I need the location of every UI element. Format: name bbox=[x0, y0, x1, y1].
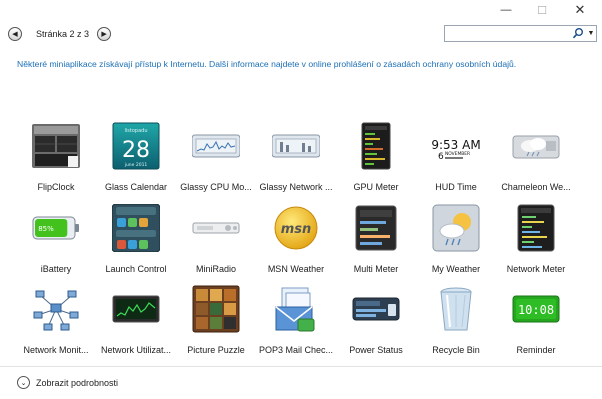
gadget-label: Network Utilizat... bbox=[100, 345, 171, 355]
gadget-pop3-mail-checker[interactable]: POP3 Mail Chec... bbox=[256, 285, 336, 365]
gadget-power-status[interactable]: Power Status bbox=[336, 285, 416, 365]
gadget-label: Glass Calendar bbox=[104, 182, 168, 192]
gadget-launch-control[interactable]: Launch Control bbox=[96, 204, 176, 284]
gadget-glassy-network-monitor[interactable]: Glassy Network ... bbox=[256, 122, 336, 202]
gadget-picture-puzzle[interactable]: Picture Puzzle bbox=[176, 285, 256, 365]
privacy-info-link[interactable]: Některé miniaplikace získávají přístup k… bbox=[17, 59, 516, 69]
msn-weather-icon: msn bbox=[274, 206, 318, 250]
cpu-monitor-icon bbox=[192, 134, 240, 158]
recycle-bin-icon bbox=[440, 287, 472, 331]
show-details-toggle[interactable]: ⌄ Zobrazit podrobnosti bbox=[17, 376, 118, 389]
weather-cloud-icon bbox=[512, 135, 560, 159]
bottom-bar: ⌄ Zobrazit podrobnosti bbox=[0, 366, 602, 399]
gadget-label: Power Status bbox=[349, 345, 403, 355]
search-input[interactable] bbox=[447, 27, 565, 40]
gadget-label: Recycle Bin bbox=[432, 345, 480, 355]
gadget-reminder[interactable]: 10:08 Reminder bbox=[496, 285, 576, 365]
hud-time-text: 9:53 AM bbox=[432, 138, 480, 152]
gadget-ibattery[interactable]: 85% iBattery bbox=[16, 204, 96, 284]
mail-check-icon bbox=[275, 287, 315, 332]
gadget-glass-calendar[interactable]: listopadu 28 june 2011 Glass Calendar bbox=[96, 122, 176, 202]
battery-percent-text: 85% bbox=[38, 225, 54, 233]
gadget-label: POP3 Mail Chec... bbox=[258, 345, 334, 355]
gadget-label: Reminder bbox=[516, 345, 556, 355]
gadget-label: Chameleon We... bbox=[501, 182, 571, 192]
calendar-month-text: listopadu bbox=[125, 128, 148, 134]
gadget-label: My Weather bbox=[431, 264, 481, 274]
gadget-label: Glassy CPU Mo... bbox=[180, 182, 252, 192]
gadget-label: Glassy Network ... bbox=[259, 182, 333, 192]
hud-date-day: 6 bbox=[438, 152, 444, 162]
gadget-label: FlipClock bbox=[37, 182, 75, 192]
calendar-icon: listopadu 28 june 2011 bbox=[112, 122, 160, 170]
hud-time-icon: 9:53 AM 6 NOVEMBER bbox=[432, 138, 480, 162]
search-icon[interactable] bbox=[572, 27, 584, 40]
gadget-my-weather[interactable]: My Weather bbox=[416, 204, 496, 284]
close-button[interactable]: ✕ bbox=[562, 0, 598, 20]
network-utilization-icon bbox=[112, 295, 160, 323]
gadget-hud-time[interactable]: 9:53 AM 6 NOVEMBER HUD Time bbox=[416, 122, 496, 202]
my-weather-icon bbox=[432, 204, 480, 252]
gpu-meter-icon bbox=[361, 122, 391, 170]
power-status-icon bbox=[352, 297, 400, 321]
gadget-network-meter[interactable]: Network Meter bbox=[496, 204, 576, 284]
gadget-label: GPU Meter bbox=[353, 182, 399, 192]
battery-icon: 85% bbox=[32, 216, 79, 240]
gadget-label: Multi Meter bbox=[353, 264, 399, 274]
gadget-label: Network Meter bbox=[506, 264, 566, 274]
multi-meter-icon bbox=[355, 205, 397, 251]
hud-date-month: NOVEMBER bbox=[445, 151, 470, 157]
reminder-clock-text: 10:08 bbox=[518, 303, 554, 317]
gadget-flipclock[interactable]: FlipClock bbox=[16, 122, 96, 202]
search-dropdown-button[interactable]: ▼ bbox=[586, 26, 596, 41]
picture-puzzle-icon bbox=[192, 285, 240, 333]
gadget-label: iBattery bbox=[40, 264, 72, 274]
title-bar: — ☐ ✕ bbox=[0, 0, 602, 20]
network-nodes-icon bbox=[33, 290, 79, 331]
previous-page-button[interactable]: ◀ bbox=[8, 27, 22, 41]
gadget-label: Picture Puzzle bbox=[187, 345, 245, 355]
radio-icon bbox=[192, 222, 240, 234]
gadget-msn-weather[interactable]: msn MSN Weather bbox=[256, 204, 336, 284]
flipclock-icon bbox=[32, 124, 80, 168]
minimize-button[interactable]: — bbox=[488, 0, 524, 20]
next-page-button[interactable]: ▶ bbox=[97, 27, 112, 41]
gadget-gpu-meter[interactable]: GPU Meter bbox=[336, 122, 416, 202]
chevron-down-icon[interactable]: ⌄ bbox=[17, 376, 30, 389]
gadget-label: Network Monit... bbox=[23, 345, 89, 355]
calendar-footer-text: june 2011 bbox=[124, 162, 148, 168]
gadget-chameleon-weather[interactable]: Chameleon We... bbox=[496, 122, 576, 202]
network-monitor-icon bbox=[272, 134, 320, 158]
gadget-label: MSN Weather bbox=[267, 264, 325, 274]
gadget-network-monitor[interactable]: Network Monit... bbox=[16, 285, 96, 365]
gadget-glassy-cpu-monitor[interactable]: Glassy CPU Mo... bbox=[176, 122, 256, 202]
page-indicator: Stránka 2 z 3 bbox=[36, 29, 90, 39]
gadget-network-utilization[interactable]: Network Utilizat... bbox=[96, 285, 176, 365]
msn-logo-text: msn bbox=[281, 222, 312, 237]
gadget-label: HUD Time bbox=[435, 182, 477, 192]
gadget-label: Launch Control bbox=[105, 264, 167, 274]
reminder-clock-icon: 10:08 bbox=[512, 295, 560, 323]
gadget-miniradio[interactable]: MiniRadio bbox=[176, 204, 256, 284]
show-details-label[interactable]: Zobrazit podrobnosti bbox=[36, 378, 118, 388]
launch-control-icon bbox=[112, 204, 160, 252]
maximize-button[interactable]: ☐ bbox=[524, 0, 560, 20]
gadget-label: MiniRadio bbox=[195, 264, 237, 274]
gadget-recycle-bin[interactable]: Recycle Bin bbox=[416, 285, 496, 365]
gadget-multi-meter[interactable]: Multi Meter bbox=[336, 204, 416, 284]
network-meter-icon bbox=[517, 204, 555, 252]
page-navigator: ◀ Stránka 2 z 3 ▶ bbox=[8, 26, 112, 42]
search-box: ▼ bbox=[444, 25, 597, 42]
calendar-day-text: 28 bbox=[122, 138, 150, 163]
